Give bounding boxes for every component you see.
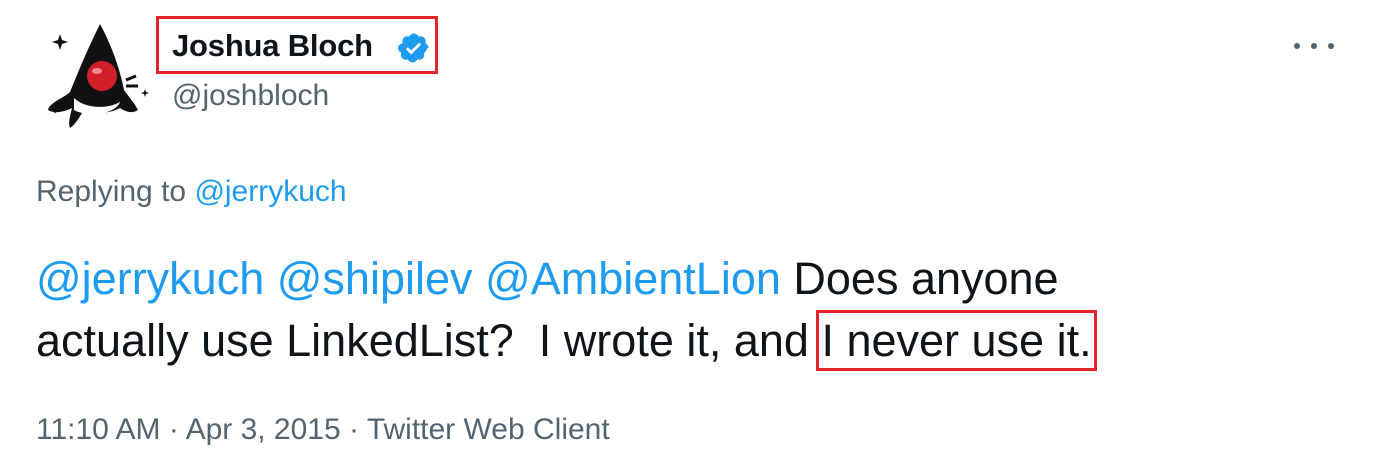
mention-link[interactable]: @shipilev — [277, 253, 473, 304]
meta-separator: · — [168, 413, 179, 446]
meta-separator: · — [349, 413, 360, 446]
duke-mascot-icon[interactable] — [40, 18, 152, 130]
replying-to-line: Replying to @jerrykuch — [36, 172, 347, 212]
highlighted-phrase: I never use it. — [816, 310, 1097, 371]
author-display-name[interactable]: Joshua Bloch — [172, 26, 373, 66]
tweet-time-link[interactable]: 11:10 AM — [36, 413, 161, 446]
tweet-card: Joshua Bloch @joshbloch Replying to @jer… — [0, 0, 1400, 475]
tweet-meta: 11:10 AM · Apr 3, 2015 · Twitter Web Cli… — [36, 410, 610, 450]
tweet-text-segment: actually use LinkedList? I wrote it, and — [36, 315, 809, 366]
tweet-text: @jerrykuch @shipilev @AmbientLion Does a… — [36, 248, 1376, 372]
author-handle[interactable]: @joshbloch — [172, 76, 329, 116]
tweet-text-line-2: actually use LinkedList? I wrote it, and… — [36, 310, 1376, 372]
mention-link[interactable]: @AmbientLion — [485, 253, 781, 304]
mention-link[interactable]: @jerrykuch — [36, 253, 264, 304]
verified-badge-icon — [398, 33, 429, 63]
replying-to-user-link[interactable]: @jerrykuch — [194, 175, 346, 208]
more-options-icon[interactable] — [1294, 34, 1334, 58]
replying-to-prefix: Replying to — [36, 175, 187, 208]
tweet-client: Twitter Web Client — [366, 413, 610, 446]
tweet-date-link[interactable]: Apr 3, 2015 — [186, 413, 341, 446]
tweet-text-segment: Does anyone — [793, 253, 1059, 304]
tweet-text-line-1: @jerrykuch @shipilev @AmbientLion Does a… — [36, 248, 1376, 310]
